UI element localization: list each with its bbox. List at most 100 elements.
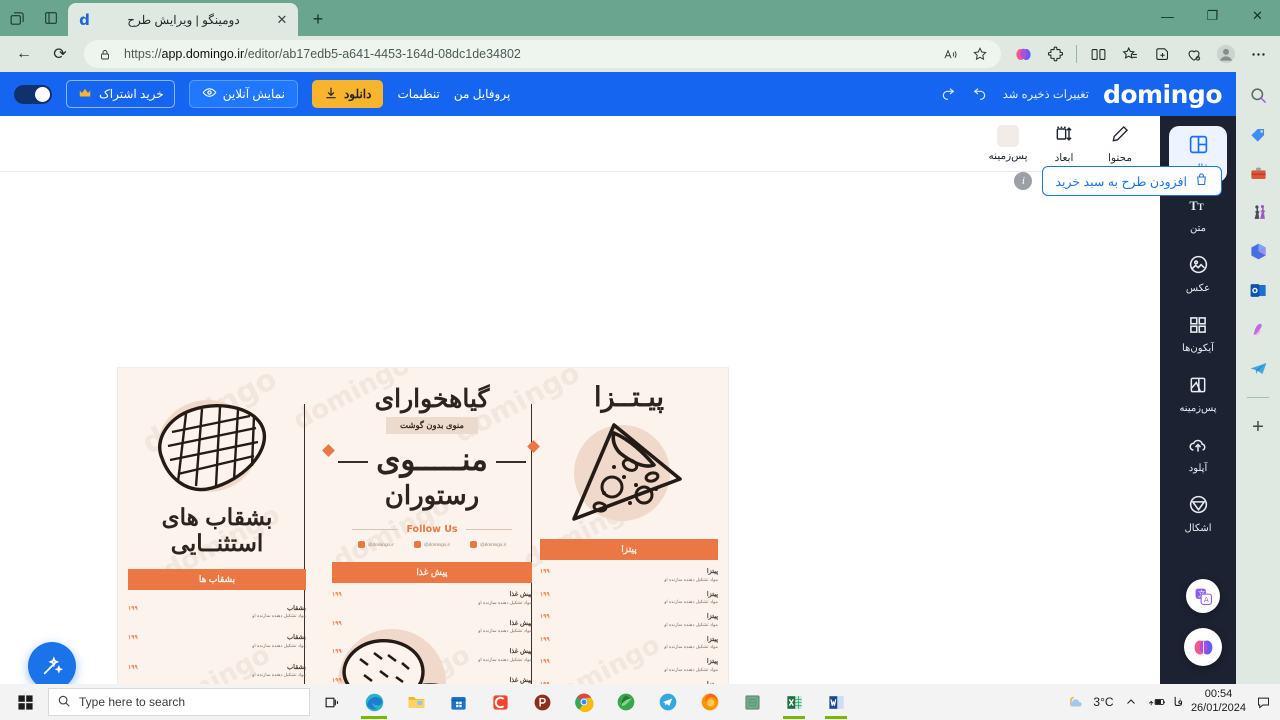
add-to-cart-button[interactable]: افزودن طرح به سبد خرید — [1042, 166, 1222, 196]
browser-tab[interactable]: ✕ دومینگو | ویرایش طرح d — [68, 3, 298, 36]
profile-avatar-icon[interactable] — [1213, 41, 1239, 67]
taskbar-app-pdf[interactable] — [522, 685, 562, 719]
shopping-tag-icon[interactable] — [1245, 121, 1271, 147]
tool-background[interactable]: پس‌زمینه — [982, 119, 1034, 169]
window-controls: — ❐ ✕ — [1145, 0, 1280, 32]
menu-item-name: پیش غذا — [509, 591, 532, 598]
online-preview-button[interactable]: نمایش آنلاین — [188, 80, 298, 108]
add-favorite-icon[interactable] — [1149, 41, 1175, 67]
tool-panel-item-icons[interactable]: آیکون‌ها — [1169, 306, 1227, 362]
copilot-bubble[interactable] — [1184, 628, 1222, 666]
tool-content[interactable]: محتوا — [1094, 119, 1146, 169]
taskbar-app-firefox[interactable] — [690, 685, 730, 719]
social-handle: @domingo.ir — [423, 542, 451, 547]
taskbar-app-file-explorer[interactable] — [396, 685, 436, 719]
profile-link[interactable]: پروفایل من — [454, 87, 510, 101]
tab-close-icon[interactable]: ✕ — [274, 12, 290, 28]
plates-items-list: بشقاب مواد تشکیل دهنده سازنده او ۱۹۹ بشق… — [128, 604, 306, 684]
menu-item-price: ۱۹۹ — [332, 649, 342, 655]
copilot-icon[interactable] — [1010, 41, 1036, 67]
minimize-button[interactable]: — — [1145, 0, 1190, 32]
tools-icon[interactable] — [1245, 160, 1271, 186]
taskbar-app-word[interactable] — [816, 685, 856, 719]
menu-big-text: منـــــوی — [376, 442, 488, 477]
download-button[interactable]: دانلود — [311, 80, 384, 108]
taskbar-app-telegram[interactable] — [648, 685, 688, 719]
tab-list-icon[interactable] — [34, 3, 68, 33]
notification-icon[interactable] — [1254, 693, 1272, 711]
menu-item: پیتزا مواد تشکیل دهنده سازنده او ۱۹۹ — [540, 635, 718, 651]
taskbar-app-notepad[interactable] — [732, 685, 772, 719]
tool-panel-item-shapes[interactable]: اشکال — [1169, 486, 1227, 542]
sidebar-add-icon[interactable]: + — [1245, 414, 1271, 440]
canvas-area[interactable]: domingo domingo domingo domingo domingo … — [0, 172, 1160, 684]
menu-item-price: ۱۹۹ — [128, 605, 138, 612]
outlook-icon[interactable] — [1245, 277, 1271, 303]
taskbar-app-edge[interactable] — [354, 685, 394, 719]
menu-item-price: ۱۹۹ — [128, 664, 138, 671]
social-twitter[interactable]: @domingo.ir — [470, 541, 506, 548]
maximize-button[interactable]: ❐ — [1190, 0, 1235, 32]
info-badge[interactable]: i — [1014, 172, 1033, 190]
night-cloud-icon[interactable] — [1067, 693, 1085, 711]
tool-panel-item-image[interactable]: عکس — [1169, 246, 1227, 302]
editor-topbar: محتوا ابعاد پس‌زمینه — [0, 116, 1160, 172]
translate-bubble[interactable]: 文 A — [1186, 579, 1220, 613]
taskbar-app-chrome[interactable] — [564, 685, 604, 719]
tool-dimensions[interactable]: ابعاد — [1038, 119, 1090, 169]
read-aloud-icon[interactable] — [939, 43, 961, 65]
microsoft365-icon[interactable] — [1245, 238, 1271, 264]
design-canvas[interactable]: domingo domingo domingo domingo domingo … — [118, 368, 728, 684]
taskbar-app-excel[interactable] — [774, 685, 814, 719]
taskbar-app-camtasia[interactable] — [480, 685, 520, 719]
taskbar-search-input[interactable]: Type here to search — [48, 688, 310, 716]
back-icon[interactable]: ← — [9, 39, 39, 69]
menu-item-price: ۱۹۹ — [332, 592, 342, 598]
menu-item-name: پیتزا — [706, 590, 718, 598]
menu-item-desc: مواد تشکیل دهنده سازنده او — [252, 613, 306, 619]
social-facebook[interactable]: @domingo.ir — [413, 541, 451, 548]
telegram-icon[interactable] — [1245, 355, 1271, 381]
image-icon — [1188, 254, 1209, 280]
clock[interactable]: 00:54 26/01/2024 — [1191, 688, 1246, 716]
plates-title-line2: استثنــایی — [170, 530, 264, 557]
task-view-icon[interactable] — [312, 685, 352, 719]
close-window-button[interactable]: ✕ — [1235, 0, 1280, 32]
tool-panel-item-upload[interactable]: آپلود — [1169, 426, 1227, 482]
more-settings-icon[interactable] — [1245, 41, 1271, 67]
collections-icon[interactable] — [1117, 41, 1143, 67]
edit-pencil-icon — [1110, 124, 1130, 149]
windows-start-icon[interactable] — [4, 685, 46, 719]
chevron-up-icon[interactable] — [1122, 693, 1140, 711]
taskbar-app-microsoft-store[interactable] — [438, 685, 478, 719]
language-indicator[interactable]: فا — [1174, 695, 1183, 709]
cart-row: افزودن طرح به سبد خرید i — [1014, 166, 1222, 196]
favorite-star-icon[interactable] — [969, 43, 991, 65]
social-instagram[interactable]: @domingo.ir — [357, 541, 394, 548]
taskbar: Type here to search 3°C فا 00:54 26/01/2… — [0, 684, 1280, 720]
browser-essentials-icon[interactable] — [1181, 41, 1207, 67]
tool-panel-item-background[interactable]: پس‌زمینه — [1169, 366, 1227, 422]
reload-icon[interactable]: ⟳ — [45, 39, 75, 69]
undo-icon[interactable] — [971, 84, 989, 104]
theme-toggle[interactable]: 🌙 — [14, 84, 52, 104]
tab-collections-icon[interactable] — [0, 3, 34, 33]
domingo-logo[interactable]: domingo — [1103, 80, 1223, 109]
new-tab-button[interactable]: + — [304, 5, 332, 33]
buy-subscription-button[interactable]: خرید اشتراک — [66, 80, 175, 108]
settings-link[interactable]: تنظیمات — [397, 87, 439, 101]
tab-title: دومینگو | ویرایش طرح — [127, 12, 240, 27]
search-icon[interactable] — [1245, 82, 1271, 108]
waffle-illustration — [158, 404, 267, 492]
extensions-icon[interactable] — [1042, 41, 1068, 67]
address-bar[interactable]: https://app.domingo.ir/editor/ab17edb5-a… — [84, 40, 1001, 68]
magic-wand-button[interactable] — [28, 642, 76, 684]
network-battery-icon[interactable] — [1148, 693, 1166, 711]
games-icon[interactable] — [1245, 199, 1271, 225]
split-screen-icon[interactable] — [1085, 41, 1111, 67]
twitter-icon — [470, 541, 478, 548]
image-creator-icon[interactable] — [1245, 316, 1271, 342]
taskbar-app-idm[interactable] — [606, 685, 646, 719]
redo-icon[interactable] — [939, 84, 957, 104]
weather-temperature[interactable]: 3°C — [1093, 695, 1113, 709]
